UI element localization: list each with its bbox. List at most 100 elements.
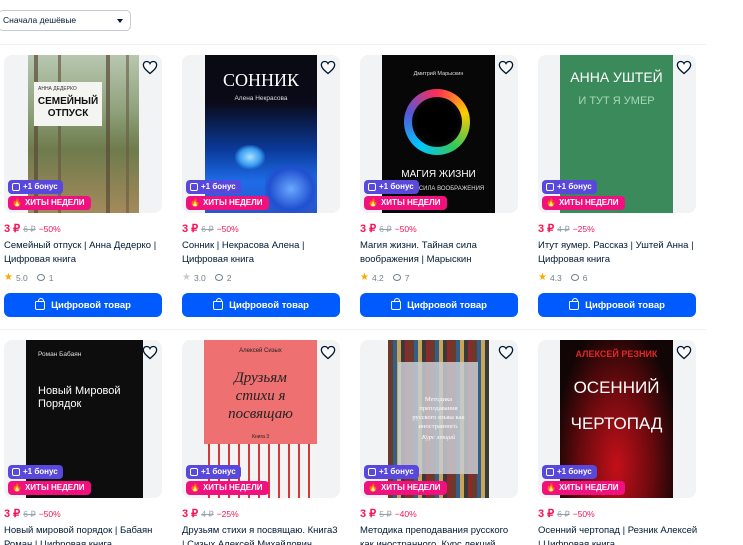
favorite-heart-icon[interactable] [676, 345, 692, 360]
cover-title: русского языка как [412, 414, 465, 421]
cover-author: АННА ДЕДЕРКО [38, 86, 77, 92]
bonus-badge: +1 бонус [186, 465, 241, 479]
product-title[interactable]: Магия жизни. Тайная сила воображения | М… [360, 239, 520, 267]
cover-author: Роман Бабаян [38, 351, 82, 358]
price-block: 3 ₽6 ₽ −50% [360, 222, 417, 235]
price-block: 3 ₽4 ₽ −25% [182, 507, 239, 520]
current-price: 3 ₽ [360, 508, 377, 520]
product-card[interactable]: Методика преподавания русского языка как… [360, 340, 520, 545]
fire-icon: 🔥 [12, 483, 22, 492]
bag-icon [35, 297, 46, 310]
product-image[interactable]: АННА ДЕДЕРКО СЕМЕЙНЫЙ ОТПУСК +1 бонус 🔥 Х… [4, 55, 162, 213]
bonus-badge: +1 бонус [364, 180, 419, 194]
fire-icon: 🔥 [190, 198, 200, 207]
favorite-heart-icon[interactable] [142, 345, 158, 360]
cover-author: Дмитрий Марыскин [413, 71, 464, 77]
product-title[interactable]: Итут яумер. Рассказ | Уштей Анна | Цифро… [538, 239, 698, 267]
bonus-badge: +1 бонус [186, 180, 241, 194]
product-card[interactable]: Роман Бабаян Новый Мировой Порядок +1 бо… [4, 340, 164, 545]
old-price: 4 ₽ [201, 509, 214, 519]
cover-title: посвящаю [228, 406, 293, 422]
hit-badge: 🔥 ХИТЫ НЕДЕЛИ [542, 196, 625, 210]
old-price: 6 ₽ [557, 509, 570, 519]
product-card[interactable]: АННА УШТЕЙ И ТУТ Я УМЕР +1 бонус 🔥 ХИТЫ Н… [538, 55, 698, 320]
rating: ★ 3.0 2 [182, 272, 232, 283]
cover-title: Методика [424, 396, 453, 403]
favorite-heart-icon[interactable] [498, 345, 514, 360]
old-price: 6 ₽ [201, 224, 214, 234]
discount: −50% [572, 509, 595, 519]
price-block: 3 ₽6 ₽ −50% [4, 222, 61, 235]
current-price: 3 ₽ [182, 508, 199, 520]
sort-dropdown-label: Сначала дешёвые [3, 15, 77, 25]
cover-title: ЧЕРТОПАД [570, 414, 663, 433]
cover-title: Друзьям [234, 370, 287, 386]
cover-title: МАГИЯ ЖИЗНИ [401, 169, 476, 180]
product-image[interactable]: АЛЕКСЕЙ РЕЗНИК ОСЕННИЙ ЧЕРТОПАД +1 бонус… [538, 340, 696, 498]
product-title[interactable]: Семейный отпуск | Анна Дедерко | Цифрова… [4, 239, 164, 267]
comment-icon [36, 274, 45, 281]
old-price: 6 ₽ [23, 224, 36, 234]
bonus-icon [190, 468, 198, 476]
bonus-icon [12, 468, 20, 476]
cover-title: СОННИК [222, 70, 299, 90]
cover-title: Новый Мировой [38, 385, 121, 397]
product-image[interactable]: Дмитрий Марыскин МАГИЯ ЖИЗНИ ТАЙНАЯ СИЛА… [360, 55, 518, 213]
cover-subtitle: Курс лекций [421, 434, 456, 441]
product-image[interactable]: АННА УШТЕЙ И ТУТ Я УМЕР +1 бонус 🔥 ХИТЫ Н… [538, 55, 696, 213]
product-card[interactable]: СОННИК Алена Некрасова +1 бонус 🔥 ХИТЫ НЕ… [182, 55, 342, 320]
product-image[interactable]: Алексей Сизых Друзьям стихи я посвящаю К… [182, 340, 340, 498]
product-card[interactable]: АЛЕКСЕЙ РЕЗНИК ОСЕННИЙ ЧЕРТОПАД +1 бонус… [538, 340, 698, 545]
rating: ★ 4.2 7 [360, 272, 410, 283]
product-image[interactable]: Методика преподавания русского языка как… [360, 340, 518, 498]
chevron-down-icon [117, 19, 123, 23]
digital-product-button[interactable]: Цифровой товар [182, 293, 340, 317]
current-price: 3 ₽ [4, 508, 21, 520]
product-title[interactable]: Сонник | Некрасова Алена | Цифровая книг… [182, 239, 342, 267]
bonus-badge: +1 бонус [364, 465, 419, 479]
discount: −50% [38, 224, 61, 234]
digital-product-button[interactable]: Цифровой товар [538, 293, 696, 317]
hit-badge: 🔥 ХИТЫ НЕДЕЛИ [186, 481, 269, 495]
bonus-icon [12, 183, 20, 191]
product-image[interactable]: СОННИК Алена Некрасова +1 бонус 🔥 ХИТЫ НЕ… [182, 55, 340, 213]
product-title[interactable]: Осенний чертопад | Резник Алексей | Цифр… [538, 524, 698, 545]
product-title[interactable]: Методика преподавания русского как иност… [360, 524, 520, 545]
digital-product-button[interactable]: Цифровой товар [360, 293, 518, 317]
product-card[interactable]: Алексей Сизых Друзьям стихи я посвящаю К… [182, 340, 342, 545]
product-image[interactable]: Роман Бабаян Новый Мировой Порядок +1 бо… [4, 340, 162, 498]
bonus-badge: +1 бонус [542, 465, 597, 479]
rating: ★ 4.3 6 [538, 272, 588, 283]
bag-icon [391, 297, 402, 310]
comment-icon [392, 274, 401, 281]
discount: −25% [572, 224, 595, 234]
product-card[interactable]: Дмитрий Марыскин МАГИЯ ЖИЗНИ ТАЙНАЯ СИЛА… [360, 55, 520, 320]
cover-title: преподавания [419, 405, 458, 412]
bonus-icon [190, 183, 198, 191]
digital-product-button[interactable]: Цифровой товар [4, 293, 162, 317]
product-title[interactable]: Друзьям стихи я посвящаю. Книга3 | Сизых… [182, 524, 342, 545]
favorite-heart-icon[interactable] [498, 60, 514, 75]
discount: −50% [38, 509, 61, 519]
sort-dropdown[interactable]: Сначала дешёвые [0, 10, 131, 31]
cover-author: Алена Некрасова [234, 95, 288, 102]
hit-badge: 🔥 ХИТЫ НЕДЕЛИ [364, 196, 447, 210]
favorite-heart-icon[interactable] [676, 60, 692, 75]
favorite-heart-icon[interactable] [320, 60, 336, 75]
favorite-heart-icon[interactable] [320, 345, 336, 360]
old-price: 4 ₽ [557, 224, 570, 234]
favorite-heart-icon[interactable] [142, 60, 158, 75]
discount: −50% [216, 224, 239, 234]
bonus-badge: +1 бонус [8, 180, 63, 194]
fire-icon: 🔥 [368, 198, 378, 207]
cover-title: СЕМЕЙНЫЙ [37, 96, 99, 107]
bonus-icon [368, 468, 376, 476]
current-price: 3 ₽ [538, 223, 555, 235]
discount: −40% [394, 509, 417, 519]
product-title[interactable]: Новый мировой порядок | Бабаян Роман | Ц… [4, 524, 164, 545]
discount: −25% [216, 509, 239, 519]
bonus-badge: +1 бонус [542, 180, 597, 194]
fire-icon: 🔥 [368, 483, 378, 492]
bonus-icon [368, 183, 376, 191]
product-card[interactable]: АННА ДЕДЕРКО СЕМЕЙНЫЙ ОТПУСК +1 бонус 🔥 Х… [4, 55, 164, 320]
